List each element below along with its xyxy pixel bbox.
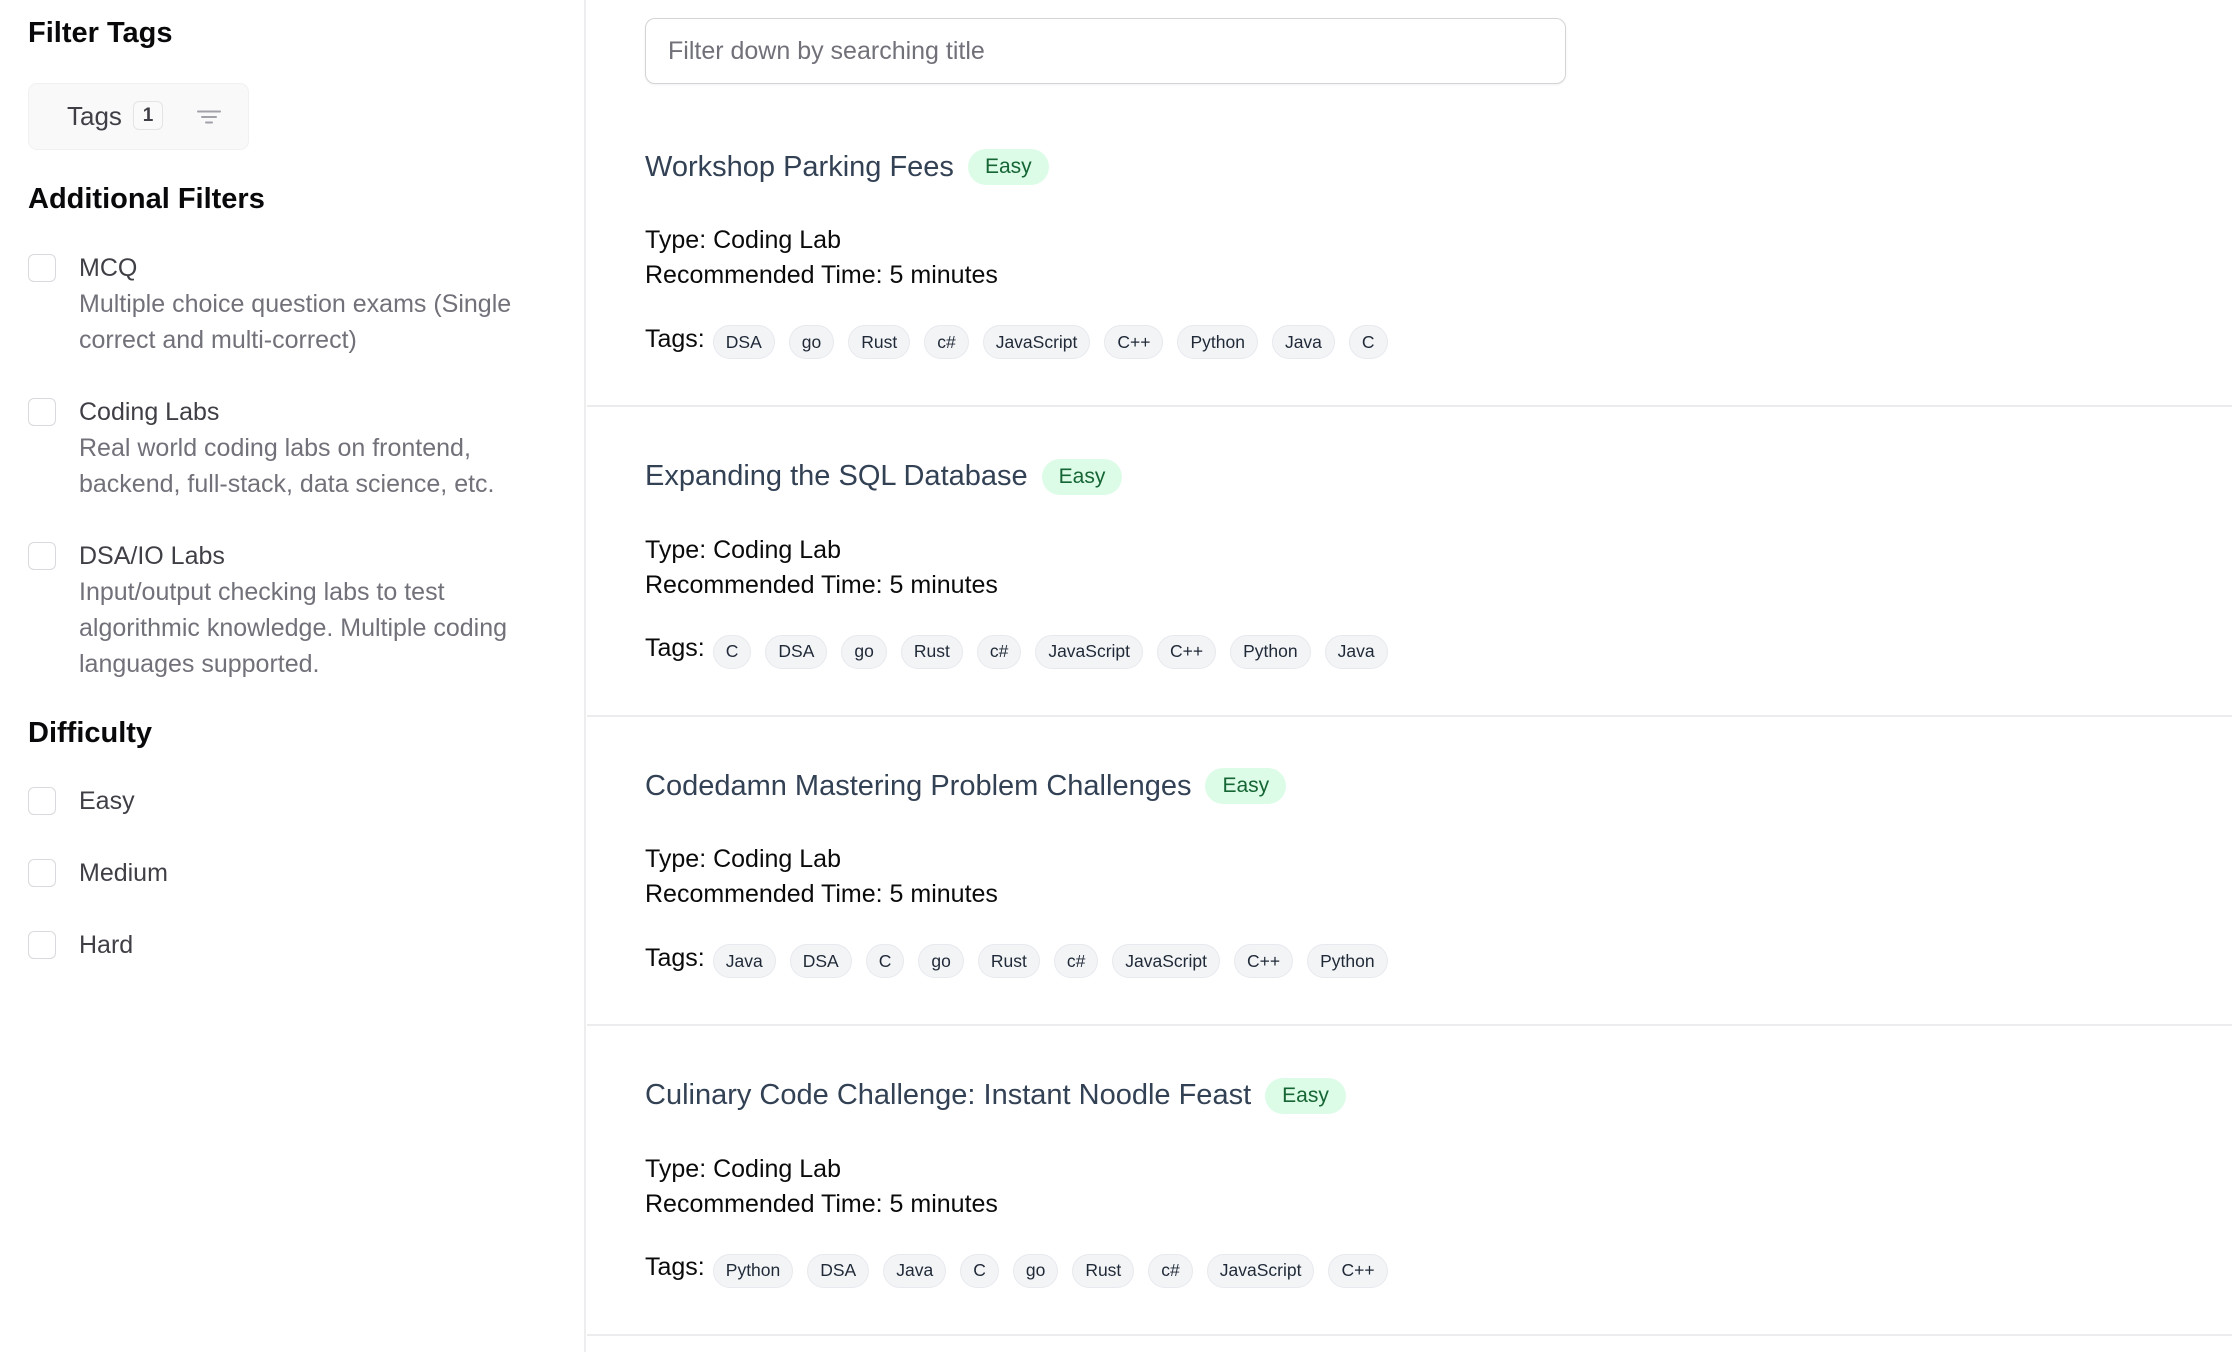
card-type: Type: Coding Lab (645, 535, 841, 564)
tag-pill[interactable]: JavaScript (982, 325, 1091, 359)
tag-pill[interactable]: go (841, 634, 887, 669)
lab-card[interactable]: Culinary Code Challenge: Instant Noodle … (587, 1026, 2232, 1336)
tag-pill[interactable]: C++ (1328, 1253, 1388, 1288)
tags-filter-button[interactable]: Tags 1 (28, 83, 249, 150)
easy-label: Easy (79, 787, 135, 815)
card-title[interactable]: Culinary Code Challenge: Instant Noodle … (645, 1079, 1251, 1112)
card-tags: Tags: Python DSA Java Cgo Rust c# JavaScript C+… (645, 1253, 1402, 1289)
tag-pill[interactable]: DSA (789, 944, 852, 978)
coding-labs-checkbox[interactable] (28, 398, 56, 426)
coding-labs-description: Real world coding labs on frontend, back… (79, 434, 495, 498)
coding-labs-label: Coding Labs (79, 398, 220, 426)
tag-pill[interactable]: DSA (807, 1253, 870, 1288)
card-type: Type: Coding Lab (645, 1154, 841, 1183)
tag-pill[interactable]: c# (1148, 1253, 1193, 1288)
tag-pill[interactable]: Rust (977, 944, 1040, 978)
card-tags: Tags: DSA go Rust c# JavaScript C++ Python Java… (645, 324, 1402, 360)
tag-pill[interactable]: Java (883, 1253, 947, 1288)
filter-lines-icon (197, 110, 221, 124)
tag-pill[interactable]: Java (1324, 634, 1388, 669)
tag-pill[interactable]: Rust (1072, 1253, 1135, 1288)
lab-card[interactable]: Codedamn Mastering Problem Challenges Ea… (587, 716, 2232, 1026)
card-type: Type: Coding Lab (645, 845, 841, 873)
mcq-description: Multiple choice question exams (Single c… (79, 290, 512, 354)
dsa-io-labs-checkbox[interactable] (28, 542, 56, 570)
tag-pill[interactable]: c# (924, 325, 969, 359)
difficulty-badge: Easy (1205, 768, 1287, 804)
card-recommended-time: Recommended Time: 5 minutes (645, 1189, 998, 1218)
medium-label: Medium (79, 859, 168, 887)
hard-checkbox[interactable] (28, 931, 56, 959)
card-title-row: Workshop Parking Fees Easy (645, 149, 1049, 185)
card-tags: Tags: Java DSA Cgo Rust c# JavaScript C++ Pytho… (645, 943, 1402, 979)
card-title-row: Expanding the SQL Database Easy (645, 458, 1123, 495)
tags-prefix-label: Tags: (645, 1253, 705, 1281)
card-type: Type: Coding Lab (645, 226, 841, 254)
lab-card[interactable]: Workshop Parking Fees Easy Type: Coding … (587, 97, 2232, 407)
tag-pill[interactable]: Java (712, 944, 776, 978)
dsa-io-labs-label: DSA/IO Labs (79, 542, 225, 570)
tag-pill[interactable]: C++ (1234, 944, 1294, 978)
card-tags: Tags: C DSA go Rust c# JavaScript C++ Python Jav… (645, 634, 1402, 670)
difficulty-heading: Difficulty (28, 717, 153, 749)
tag-pill[interactable]: Python (1230, 634, 1311, 669)
tag-pill[interactable]: Rust (848, 325, 911, 359)
tags-prefix-label: Tags: (645, 634, 705, 662)
tag-pill[interactable]: C (712, 634, 752, 669)
tags-count-badge: 1 (133, 101, 163, 130)
tag-pill[interactable]: go (788, 325, 835, 359)
card-recommended-time: Recommended Time: 5 minutes (645, 570, 998, 599)
difficulty-badge: Easy (1041, 458, 1123, 495)
tag-pill[interactable]: Python (1307, 944, 1388, 978)
lab-card[interactable]: Expanding the SQL Database Easy Type: Co… (587, 407, 2232, 717)
tag-pill[interactable]: c# (1053, 944, 1099, 978)
tags-prefix-label: Tags: (645, 324, 705, 353)
additional-filters-heading: Additional Filters (28, 183, 265, 215)
filter-tags-heading: Filter Tags (28, 17, 173, 49)
card-title[interactable]: Expanding the SQL Database (645, 460, 1028, 493)
tag-pill[interactable]: DSA (712, 325, 775, 359)
lab-list: Workshop Parking Fees Easy Type: Coding … (587, 0, 2232, 1352)
card-title-row: Culinary Code Challenge: Instant Noodle … (645, 1077, 1346, 1114)
tag-pill[interactable]: Python (712, 1253, 794, 1288)
tags-button-label: Tags (67, 101, 122, 131)
hard-label: Hard (79, 931, 134, 959)
tag-pill[interactable]: C++ (1157, 634, 1217, 669)
tag-pill[interactable]: C (865, 944, 905, 978)
filter-sidebar: Filter Tags Tags 1 Additional Filters MC… (0, 0, 586, 1352)
tag-pill[interactable]: Java (1271, 325, 1335, 359)
tag-pill[interactable]: C++ (1104, 325, 1164, 359)
easy-checkbox[interactable] (28, 787, 56, 815)
difficulty-badge: Easy (967, 149, 1049, 185)
card-recommended-time: Recommended Time: 5 minutes (645, 261, 998, 289)
tag-pill[interactable]: go (1012, 1253, 1059, 1288)
tag-pill[interactable]: Rust (900, 634, 963, 669)
search-input[interactable] (645, 18, 1566, 84)
difficulty-badge: Easy (1265, 1077, 1346, 1114)
tag-pill[interactable]: C (960, 1253, 999, 1288)
medium-checkbox[interactable] (28, 859, 56, 887)
mcq-label: MCQ (79, 254, 138, 282)
card-title[interactable]: Codedamn Mastering Problem Challenges (645, 770, 1191, 803)
tag-pill[interactable]: c# (976, 634, 1022, 669)
card-title-row: Codedamn Mastering Problem Challenges Ea… (645, 768, 1287, 804)
tags-prefix-label: Tags: (645, 943, 705, 972)
tag-pill[interactable]: Python (1177, 325, 1258, 359)
mcq-checkbox[interactable] (28, 254, 56, 282)
dsa-io-labs-description: Input/output checking labs to test algor… (79, 578, 508, 678)
tag-pill[interactable]: DSA (765, 634, 828, 669)
card-title[interactable]: Workshop Parking Fees (645, 151, 954, 184)
tag-pill[interactable]: JavaScript (1035, 634, 1144, 669)
tag-pill[interactable]: JavaScript (1112, 944, 1220, 978)
tag-pill[interactable]: JavaScript (1206, 1253, 1315, 1288)
tag-pill[interactable]: C (1348, 325, 1388, 359)
tag-pill[interactable]: go (918, 944, 964, 978)
card-recommended-time: Recommended Time: 5 minutes (645, 880, 998, 908)
